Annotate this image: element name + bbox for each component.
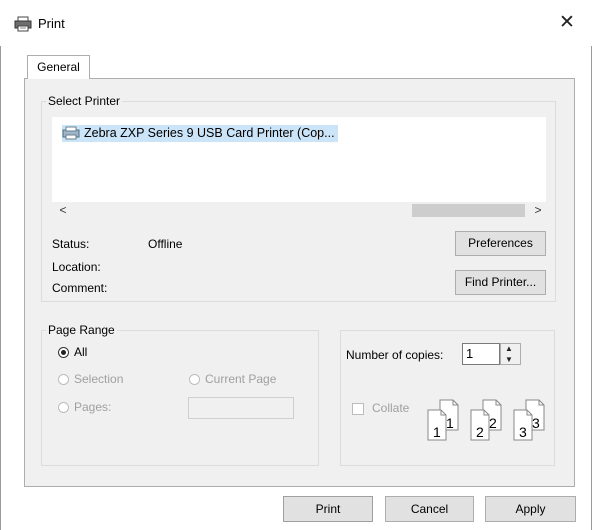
svg-text:3: 3 xyxy=(532,415,540,431)
radio-selection[interactable] xyxy=(58,374,69,385)
print-button[interactable]: Print xyxy=(283,496,373,522)
radio-pages[interactable] xyxy=(58,402,69,413)
all-label: All xyxy=(74,345,88,359)
scroll-left-icon[interactable]: < xyxy=(56,202,70,219)
printer-name: Zebra ZXP Series 9 USB Card Printer (Cop… xyxy=(84,126,335,140)
svg-text:1: 1 xyxy=(446,415,454,431)
preferences-button[interactable]: Preferences xyxy=(455,231,546,256)
title-bar xyxy=(0,0,592,46)
scrollbar-thumb[interactable] xyxy=(412,204,525,217)
window-title: Print xyxy=(38,16,65,31)
printer-icon xyxy=(62,126,80,140)
collate-label: Collate xyxy=(372,401,410,415)
svg-text:2: 2 xyxy=(489,415,497,431)
tab-general[interactable]: General xyxy=(27,55,90,79)
svg-text:3: 3 xyxy=(519,424,527,440)
svg-text:1: 1 xyxy=(433,424,441,440)
status-value: Offline xyxy=(148,237,183,251)
copies-input[interactable]: 1 xyxy=(462,343,500,365)
location-label: Location: xyxy=(52,260,101,274)
svg-text:2: 2 xyxy=(476,424,484,440)
collate-icon: 1 1 2 2 3 3 xyxy=(427,399,545,441)
radio-current-page[interactable] xyxy=(189,374,200,385)
close-button[interactable]: ✕ xyxy=(556,12,578,34)
number-of-copies-label: Number of copies: xyxy=(346,348,444,362)
scroll-right-icon[interactable]: > xyxy=(531,202,545,219)
spin-down-icon[interactable]: ▼ xyxy=(505,355,513,364)
apply-button[interactable]: Apply xyxy=(485,496,576,522)
find-printer-button[interactable]: Find Printer... xyxy=(455,270,546,295)
radio-all[interactable] xyxy=(58,347,69,358)
selection-label: Selection xyxy=(74,372,124,386)
cancel-button[interactable]: Cancel xyxy=(385,496,474,522)
printer-list-item[interactable]: Zebra ZXP Series 9 USB Card Printer (Cop… xyxy=(62,125,338,142)
printer-icon xyxy=(14,16,32,32)
pages-label: Pages: xyxy=(74,400,112,414)
comment-label: Comment: xyxy=(52,281,108,295)
current-page-label: Current Page xyxy=(205,372,277,386)
collate-checkbox[interactable] xyxy=(352,403,364,415)
select-printer-legend: Select Printer xyxy=(48,94,121,108)
pages-input[interactable] xyxy=(188,397,294,419)
close-icon: ✕ xyxy=(559,12,575,33)
spin-up-icon[interactable]: ▲ xyxy=(505,344,513,353)
page-range-legend: Page Range xyxy=(48,323,115,337)
status-label: Status: xyxy=(52,237,90,251)
